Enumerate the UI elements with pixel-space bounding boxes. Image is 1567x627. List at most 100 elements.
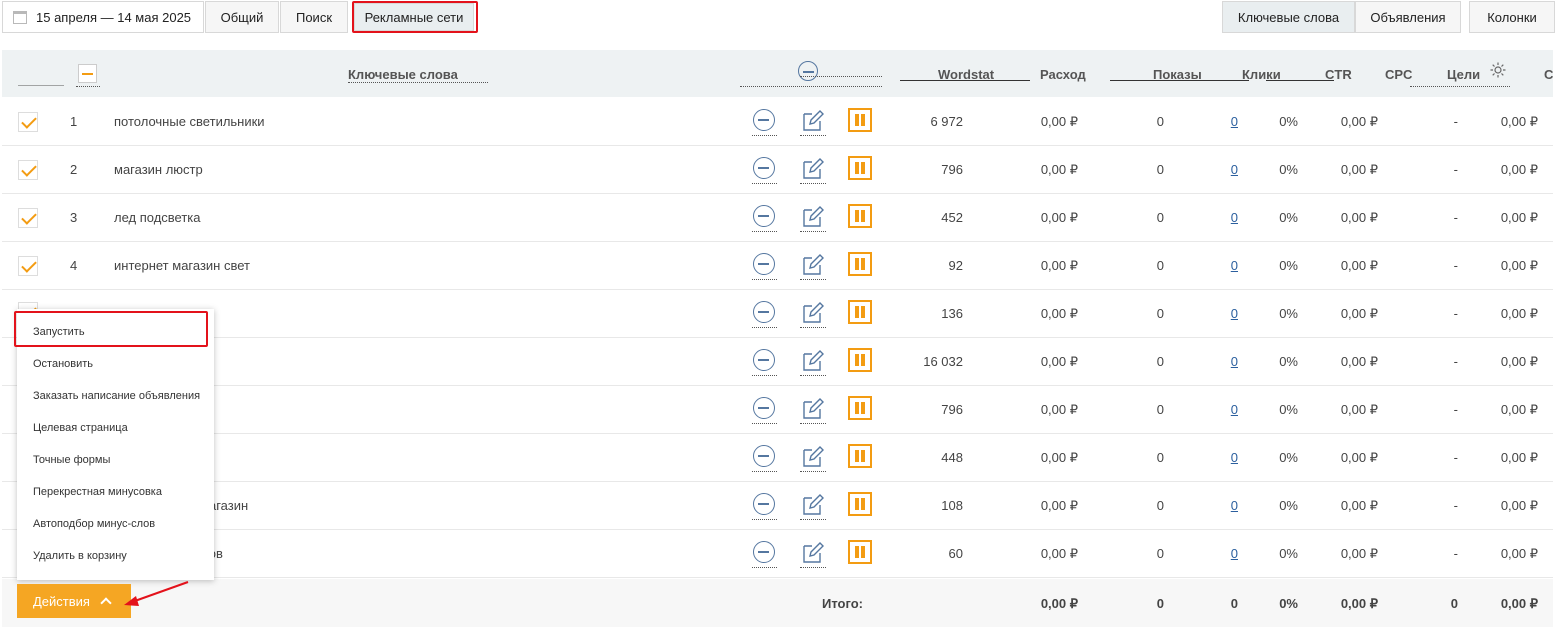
- pause-icon[interactable]: [848, 156, 872, 180]
- row-clicks-link[interactable]: 0: [1198, 114, 1238, 129]
- pause-icon[interactable]: [848, 348, 872, 372]
- header-keywords[interactable]: Ключевые слова: [348, 67, 458, 82]
- tab-ad-networks[interactable]: Рекламные сети: [354, 3, 474, 31]
- edit-icon[interactable]: [801, 108, 825, 132]
- row-spend: 0,00 ₽: [1040, 450, 1078, 465]
- row-checkbox[interactable]: [18, 208, 38, 228]
- header-minus-icon[interactable]: [798, 61, 818, 81]
- edit-icon[interactable]: [801, 492, 825, 516]
- minus-circle-icon[interactable]: [753, 397, 775, 419]
- header-goals[interactable]: Цели: [1447, 67, 1480, 82]
- edit-icon[interactable]: [801, 348, 825, 372]
- table-row[interactable]: дные16 0320,00 ₽000%0,00 ₽-0,00 ₽: [2, 338, 1553, 386]
- minus-circle-icon[interactable]: [753, 445, 775, 467]
- pause-icon[interactable]: [848, 204, 872, 228]
- row-impressions: 0: [1156, 402, 1164, 417]
- menu-item-landing-page[interactable]: Целевая страница: [33, 422, 128, 434]
- pause-icon[interactable]: [848, 396, 872, 420]
- edit-icon[interactable]: [801, 204, 825, 228]
- row-impressions: 0: [1156, 258, 1164, 273]
- table-row[interactable]: магазины4480,00 ₽000%0,00 ₽-0,00 ₽: [2, 434, 1553, 482]
- table-row[interactable]: 3 лед подсветка 452 0,00 ₽ 0 0 0% 0,00 ₽ - 0,00 ₽: [2, 194, 1553, 242]
- columns-button[interactable]: Колонки: [1469, 1, 1555, 33]
- minus-circle-icon[interactable]: [753, 157, 775, 179]
- row-clicks-link[interactable]: 0: [1198, 210, 1238, 225]
- minus-circle-icon[interactable]: [753, 541, 775, 563]
- row-checkbox[interactable]: [18, 112, 38, 132]
- icon-underline: [752, 519, 777, 520]
- total-ctr: 0%: [1279, 596, 1298, 611]
- table-row[interactable]: 796 0,00 ₽ 0 0 0% 0,00 ₽ - 0,00 ₽: [2, 386, 1553, 434]
- edit-icon[interactable]: [801, 156, 825, 180]
- row-clicks-link[interactable]: 0: [1198, 306, 1238, 321]
- pause-icon[interactable]: [848, 444, 872, 468]
- edit-icon[interactable]: [801, 300, 825, 324]
- row-clicks-link[interactable]: 0: [1198, 162, 1238, 177]
- menu-item-order-ad-writing[interactable]: Заказать написание объявления: [33, 390, 200, 402]
- row-clicks-link[interactable]: 0: [1198, 498, 1238, 513]
- tab-search[interactable]: Поиск: [280, 1, 348, 33]
- menu-item-start[interactable]: Запустить: [33, 326, 85, 338]
- row-checkbox[interactable]: [18, 160, 38, 180]
- tab-ads-view[interactable]: Объявления: [1355, 1, 1461, 33]
- total-goals: 0: [1450, 596, 1458, 611]
- pause-icon[interactable]: [848, 300, 872, 324]
- actions-button[interactable]: Действия: [17, 584, 131, 618]
- header-divider: [1110, 80, 1205, 81]
- row-wordstat: 136: [941, 306, 963, 321]
- menu-item-auto-negative-keywords[interactable]: Автоподбор минус-слов: [33, 518, 155, 530]
- row-cost: 0,00 ₽: [1500, 354, 1538, 369]
- pause-icon[interactable]: [848, 252, 872, 276]
- icon-underline: [800, 423, 826, 424]
- row-cpc: 0,00 ₽: [1340, 546, 1378, 561]
- pause-icon[interactable]: [848, 492, 872, 516]
- row-clicks-link[interactable]: 0: [1198, 354, 1238, 369]
- goals-settings-gear-icon[interactable]: [1489, 61, 1507, 79]
- icon-underline: [800, 519, 826, 520]
- table-row[interactable]: 136 0,00 ₽ 0 0 0% 0,00 ₽ - 0,00 ₽: [2, 290, 1553, 338]
- row-goals: -: [1453, 306, 1458, 321]
- pause-icon[interactable]: [848, 108, 872, 132]
- edit-icon[interactable]: [801, 252, 825, 276]
- row-checkbox[interactable]: [18, 256, 38, 276]
- menu-item-stop[interactable]: Остановить: [33, 358, 93, 370]
- table-row[interactable]: 1 потолочные светильники 6 972 0,00 ₽ 0 0 0% 0,…: [2, 98, 1553, 146]
- header-cpc[interactable]: CPC: [1385, 67, 1412, 82]
- header-spend[interactable]: Расход: [1040, 67, 1086, 82]
- minus-circle-icon[interactable]: [753, 493, 775, 515]
- icon-underline: [752, 279, 777, 280]
- table-row[interactable]: ники воронеж магазин1080,00 ₽000%0,00 ₽-…: [2, 482, 1553, 530]
- menu-item-cross-minus[interactable]: Перекрестная минусовка: [33, 486, 162, 498]
- menu-item-delete-to-trash[interactable]: Удалить в корзину: [33, 550, 127, 562]
- row-spend: 0,00 ₽: [1040, 210, 1078, 225]
- icon-underline: [800, 135, 826, 136]
- minus-circle-icon[interactable]: [753, 349, 775, 371]
- row-cpc: 0,00 ₽: [1340, 450, 1378, 465]
- table-row[interactable]: 2 магазин люстр 796 0,00 ₽ 0 0 0% 0,00 ₽ - 0,00 ₽: [2, 146, 1553, 194]
- minus-circle-icon[interactable]: [753, 253, 775, 275]
- row-cost: 0,00 ₽: [1500, 258, 1538, 273]
- row-clicks-link[interactable]: 0: [1198, 258, 1238, 273]
- table-row[interactable]: адреса магазинов600,00 ₽000%0,00 ₽-0,00 …: [2, 530, 1553, 578]
- minus-circle-icon[interactable]: [753, 301, 775, 323]
- row-clicks-link[interactable]: 0: [1198, 402, 1238, 417]
- select-all-checkbox[interactable]: [78, 64, 97, 83]
- table-row[interactable]: 4 интернет магазин свет 92 0,00 ₽ 0 0 0% 0,00 ₽…: [2, 242, 1553, 290]
- row-spend: 0,00 ₽: [1040, 114, 1078, 129]
- row-clicks-link[interactable]: 0: [1198, 546, 1238, 561]
- row-cost: 0,00 ₽: [1500, 450, 1538, 465]
- date-range-picker[interactable]: 15 апреля — 14 мая 2025: [2, 1, 204, 33]
- pause-icon[interactable]: [848, 540, 872, 564]
- row-clicks-link[interactable]: 0: [1198, 450, 1238, 465]
- row-impressions: 0: [1156, 450, 1164, 465]
- tab-general[interactable]: Общий: [205, 1, 279, 33]
- row-goals: -: [1453, 546, 1458, 561]
- menu-item-exact-forms[interactable]: Точные формы: [33, 454, 110, 466]
- edit-icon[interactable]: [801, 444, 825, 468]
- header-divider: [1410, 86, 1510, 87]
- minus-circle-icon[interactable]: [753, 109, 775, 131]
- edit-icon[interactable]: [801, 396, 825, 420]
- tab-keywords-view[interactable]: Ключевые слова: [1222, 1, 1355, 33]
- minus-circle-icon[interactable]: [753, 205, 775, 227]
- edit-icon[interactable]: [801, 540, 825, 564]
